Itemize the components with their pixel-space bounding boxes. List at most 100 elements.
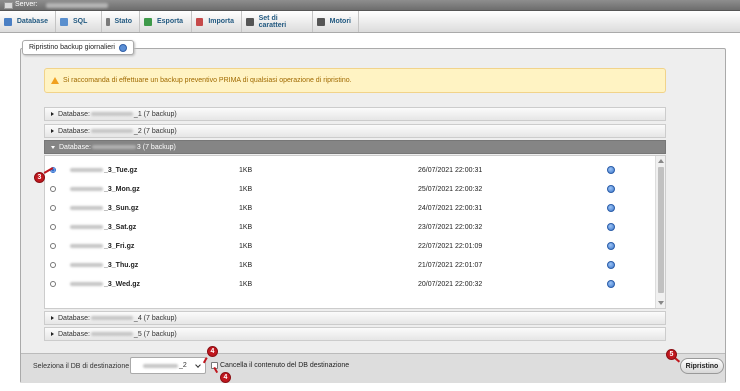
database-prefix: Database:	[58, 330, 90, 338]
download-icon[interactable]	[607, 185, 615, 193]
download-icon[interactable]	[607, 204, 615, 212]
file-name-redacted	[70, 244, 103, 249]
destination-db-select[interactable]: _2	[130, 357, 206, 374]
database-suffix: _4 (7 backup)	[133, 314, 177, 322]
tab-label: Importa	[208, 18, 234, 25]
database-row-2[interactable]: Database: _2 (7 backup)	[44, 124, 666, 138]
file-date: 24/07/2021 22:00:31	[418, 205, 483, 212]
clear-destination-label: Cancella il contenuto del DB destinazion…	[220, 362, 350, 369]
expand-icon	[51, 112, 54, 116]
file-name-suffix: _3_Wed.gz	[104, 281, 141, 288]
tab-label: SQL	[73, 18, 88, 25]
download-icon[interactable]	[607, 166, 615, 174]
database-prefix: Database:	[58, 127, 90, 135]
file-name-redacted	[70, 263, 103, 268]
file-name-suffix: _3_Fri.gz	[104, 243, 135, 250]
file-radio[interactable]	[50, 262, 56, 268]
backup-file-row[interactable]: _3_Wed.gz 1KB 20/07/2021 22:00:32	[45, 274, 655, 293]
help-icon[interactable]	[119, 43, 127, 52]
step-marker-4-checkbox: 4	[220, 372, 231, 383]
backup-file-row[interactable]: _3_Sat.gz 1KB 23/07/2021 22:00:32	[45, 217, 655, 236]
file-radio[interactable]	[50, 224, 56, 230]
database-row-3-expanded[interactable]: Database: 3 (7 backup)	[44, 140, 666, 154]
database-prefix: Database:	[58, 110, 90, 118]
expand-icon	[51, 332, 54, 336]
backup-file-row[interactable]: _3_Mon.gz 1KB 25/07/2021 22:00:32	[45, 179, 655, 198]
file-size: 1KB	[239, 281, 253, 288]
file-date: 20/07/2021 22:00:32	[418, 281, 483, 288]
file-name-suffix: _3_Mon.gz	[104, 186, 140, 193]
expand-icon	[51, 129, 54, 133]
status-icon	[106, 17, 110, 26]
restore-button[interactable]: Ripristino	[680, 358, 724, 374]
file-name-redacted	[70, 206, 103, 211]
tab-importa[interactable]: Importa	[192, 11, 242, 32]
file-name: _3_Tue.gz	[69, 167, 137, 174]
file-date: 21/07/2021 22:01:07	[418, 262, 483, 269]
select-value-suffix: _2	[179, 362, 187, 369]
sql-icon	[60, 17, 68, 26]
tab-label: Esporta	[157, 18, 184, 25]
download-icon[interactable]	[607, 280, 615, 288]
file-name-suffix: _3_Tue.gz	[104, 167, 138, 174]
file-radio[interactable]	[50, 243, 56, 249]
tab-esporta[interactable]: Esporta	[140, 11, 192, 32]
file-name-redacted	[70, 168, 103, 173]
file-name: _3_Mon.gz	[69, 186, 140, 193]
tab-stato[interactable]: Stato	[102, 11, 140, 32]
import-icon	[196, 17, 204, 26]
database-icon	[4, 17, 12, 26]
download-icon[interactable]	[607, 223, 615, 231]
file-name-redacted	[70, 282, 103, 287]
file-radio[interactable]	[50, 205, 56, 211]
panel-title-text: Ripristino backup giornalieri	[29, 44, 115, 51]
file-date: 25/07/2021 22:00:32	[418, 186, 483, 193]
database-row-4[interactable]: Database: _4 (7 backup)	[44, 311, 666, 325]
notice-text: Si raccomanda di effettuare un backup pr…	[63, 77, 352, 84]
server-address-redacted	[46, 3, 108, 8]
tab-set-di-caratteri[interactable]: Set di caratteri	[242, 11, 313, 32]
file-radio[interactable]	[50, 281, 56, 287]
file-name-suffix: _3_Sat.gz	[104, 224, 137, 231]
database-row-5[interactable]: Database: _5 (7 backup)	[44, 327, 666, 341]
database-name-redacted	[90, 316, 133, 320]
download-icon[interactable]	[607, 261, 615, 269]
scroll-up-icon[interactable]	[658, 159, 664, 163]
database-row-1[interactable]: Database: _1 (7 backup)	[44, 107, 666, 121]
file-date: 22/07/2021 22:01:09	[418, 243, 483, 250]
scroll-thumb[interactable]	[658, 167, 664, 293]
file-date: 23/07/2021 22:00:32	[418, 224, 483, 231]
backup-file-row[interactable]: _3_Tue.gz 1KB 26/07/2021 22:00:31	[45, 160, 655, 179]
tab-label: Set di caratteri	[258, 14, 287, 29]
backup-file-row[interactable]: _3_Sun.gz 1KB 24/07/2021 22:00:31	[45, 198, 655, 217]
step-marker-3: 3	[34, 172, 45, 183]
tab-sql[interactable]: SQL	[56, 11, 102, 32]
download-icon[interactable]	[607, 242, 615, 250]
database-suffix: 3 (7 backup)	[136, 143, 176, 151]
tab-motori[interactable]: Motori	[313, 11, 359, 32]
warning-notice: Si raccomanda di effettuare un backup pr…	[44, 68, 666, 93]
title-bar: Server:	[0, 0, 740, 11]
file-name-redacted	[70, 187, 103, 192]
charset-icon	[246, 17, 254, 26]
list-scrollbar[interactable]	[655, 156, 665, 308]
scroll-down-icon[interactable]	[658, 301, 664, 305]
server-icon	[4, 2, 13, 9]
database-name-redacted	[90, 332, 133, 336]
collapse-icon	[51, 145, 55, 149]
engines-icon	[317, 17, 325, 26]
top-navigation: Database SQL Stato Esporta Importa Set d…	[0, 11, 740, 33]
tab-database[interactable]: Database	[0, 11, 56, 32]
backup-file-list: _3_Tue.gz 1KB 26/07/2021 22:00:31 _3_Mon…	[44, 155, 666, 309]
backup-file-row[interactable]: _3_Thu.gz 1KB 21/07/2021 22:01:07	[45, 255, 655, 274]
database-suffix: _2 (7 backup)	[133, 127, 177, 135]
database-name-redacted	[91, 145, 136, 149]
server-label: Server:	[15, 1, 38, 8]
step-marker-5: 5	[666, 349, 677, 360]
backup-file-row[interactable]: _3_Fri.gz 1KB 22/07/2021 22:01:09	[45, 236, 655, 255]
database-suffix: _1 (7 backup)	[133, 110, 177, 118]
file-name: _3_Thu.gz	[69, 262, 138, 269]
file-radio[interactable]	[50, 186, 56, 192]
tab-label: Stato	[114, 18, 133, 25]
tab-label: Motori	[329, 18, 351, 25]
